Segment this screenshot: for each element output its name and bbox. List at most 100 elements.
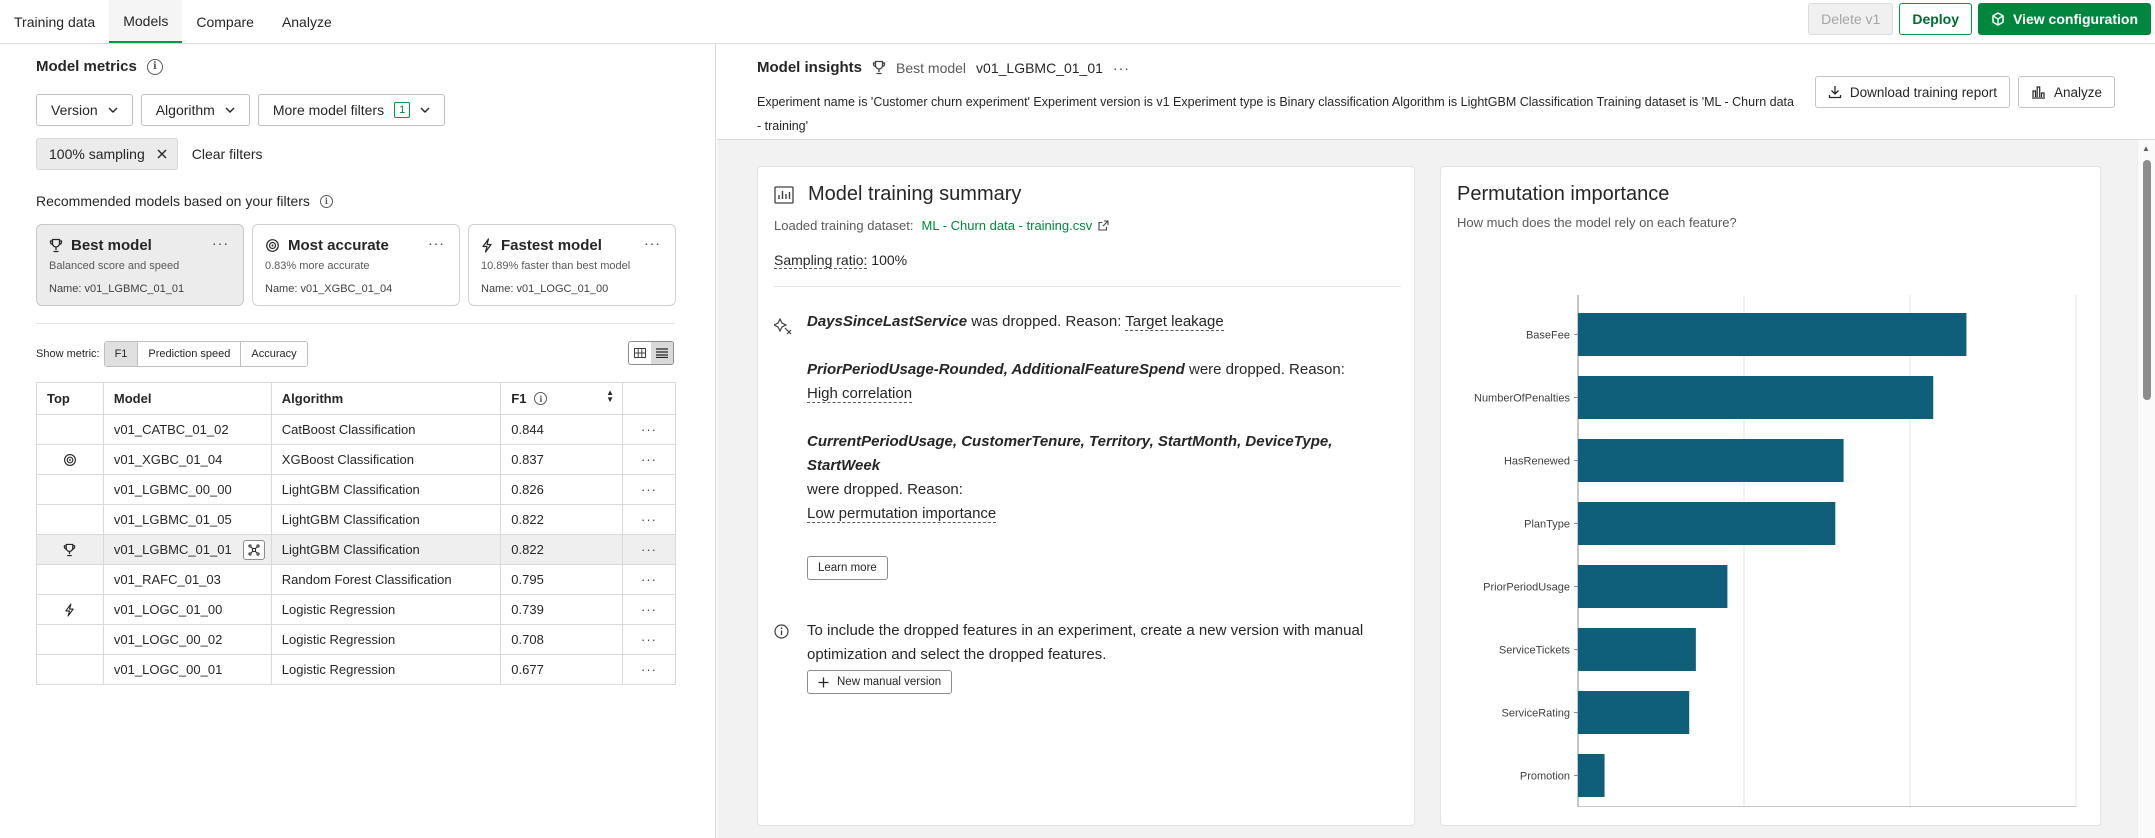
f1-cell: 0.826 [500, 474, 624, 505]
deploy-button[interactable]: Deploy [1899, 3, 1973, 35]
row-menu-icon[interactable]: ··· [622, 564, 676, 595]
column-header-model[interactable]: Model [102, 382, 272, 415]
table-row[interactable]: v01_LGBMC_01_05 LightGBM Classification … [36, 504, 676, 535]
table-row[interactable]: v01_LOGC_01_00 Logistic Regression 0.739… [36, 594, 676, 625]
fastest-model-card[interactable]: Fastest model ··· 10.89% faster than bes… [468, 224, 676, 306]
column-header-f1[interactable]: F1 i ▲ ▼ [500, 382, 624, 415]
table-row[interactable]: v01_CATBC_01_02 CatBoost Classification … [36, 414, 676, 445]
f1-cell: 0.739 [500, 594, 624, 625]
info-icon[interactable]: i [319, 194, 333, 208]
dropped-features: PriorPeriodUsage-Rounded, AdditionalFeat… [807, 361, 1185, 378]
column-header-algorithm[interactable]: Algorithm [270, 382, 502, 415]
best-model-label: Best model [896, 59, 967, 76]
y-tick-label: ServiceTickets [1499, 645, 1571, 657]
dataset-link[interactable]: ML - Churn data - training.csv [922, 218, 1110, 233]
new-manual-version-button[interactable]: New manual version [807, 670, 953, 694]
grid-view-button[interactable] [629, 342, 651, 364]
row-menu-icon[interactable]: ··· [622, 474, 676, 505]
f1-cell: 0.677 [500, 654, 624, 685]
more-options-icon[interactable]: ··· [428, 235, 445, 251]
table-row[interactable]: v01_LGBMC_00_00 LightGBM Classification … [36, 474, 676, 505]
scrollbar[interactable]: ▲ [2137, 140, 2155, 838]
metric-option-prediction-speed[interactable]: Prediction speed [138, 342, 242, 366]
table-row[interactable]: v01_RAFC_01_03 Random Forest Classificat… [36, 564, 676, 595]
y-tick-label: PriorPeriodUsage [1483, 582, 1570, 594]
model-insights-panel: Model insights Best model v01_LGBMC_01_0… [717, 44, 2155, 838]
row-menu-icon[interactable]: ··· [622, 594, 676, 625]
y-tick-label: Promotion [1520, 771, 1570, 783]
more-options-icon[interactable]: ··· [644, 235, 661, 251]
clear-filters-link[interactable]: Clear filters [192, 146, 263, 162]
dropped-features-note: To include the dropped features in an ex… [807, 622, 1364, 663]
column-header-top[interactable]: Top [36, 382, 104, 415]
insights-header: Model insights Best model v01_LGBMC_01_0… [757, 59, 1130, 76]
scrollbar-thumb[interactable] [2143, 160, 2151, 400]
table-row-selected[interactable]: v01_LGBMC_01_01 LightGBM Classification … [36, 534, 676, 565]
card-model-name: Name: v01_LOGC_01_00 [481, 283, 609, 295]
version-filter-dropdown[interactable]: Version [36, 94, 133, 126]
card-header: Most accurate [265, 237, 389, 254]
insights-model-name: v01_LGBMC_01_01 [976, 59, 1103, 76]
sampling-ratio-label[interactable]: Sampling ratio: [774, 252, 868, 269]
drop-reason[interactable]: Low permutation importance [807, 505, 997, 523]
target-icon [266, 239, 279, 252]
delete-version-button[interactable]: Delete v1 [1808, 3, 1894, 35]
list-view-icon [656, 348, 668, 358]
close-icon[interactable] [157, 149, 167, 159]
drop-reason[interactable]: Target leakage [1125, 313, 1224, 331]
table-row[interactable]: v01_LOGC_00_01 Logistic Regression 0.677… [36, 654, 676, 685]
more-filters-dropdown[interactable]: More model filters 1 [257, 94, 446, 126]
card-header: Best model [49, 237, 152, 254]
recommended-models-label: Recommended models based on your filters [36, 193, 310, 209]
top-cell [36, 564, 104, 595]
active-filters: 100% sampling Clear filters [36, 138, 263, 170]
row-menu-icon[interactable]: ··· [622, 624, 676, 655]
show-metric-label: Show metric: [36, 348, 100, 360]
model-details-button[interactable] [242, 540, 265, 560]
view-toggle [628, 341, 674, 365]
analyze-button[interactable]: Analyze [2017, 76, 2115, 108]
drop-reason[interactable]: High correlation [807, 385, 913, 403]
dataset-name: ML - Churn data - training.csv [921, 218, 1093, 233]
table-row[interactable]: v01_LOGC_00_02 Logistic Regression 0.708… [36, 624, 676, 655]
learn-more-button[interactable]: Learn more [807, 556, 888, 580]
tab-analyze[interactable]: Analyze [268, 0, 346, 43]
external-link-icon [1098, 220, 1109, 231]
chevron-down-icon [108, 107, 118, 113]
algorithm-cell: Random Forest Classification [270, 564, 502, 595]
info-icon[interactable]: i [534, 392, 548, 405]
list-view-button[interactable] [651, 342, 673, 364]
tab-models[interactable]: Models [109, 0, 183, 43]
new-manual-version-label: New manual version [837, 676, 942, 688]
scroll-up-arrow-icon[interactable]: ▲ [2142, 144, 2150, 153]
configuration-icon [1992, 12, 2004, 26]
more-options-icon[interactable]: ··· [1113, 60, 1130, 76]
row-menu-icon[interactable]: ··· [622, 444, 676, 475]
bar [1578, 313, 1967, 356]
summary-title: Model training summary [808, 183, 1022, 205]
view-configuration-button[interactable]: View configuration [1978, 3, 2151, 35]
algorithm-cell: CatBoost Classification [270, 414, 502, 445]
trophy-icon [872, 60, 886, 75]
download-training-report-button[interactable]: Download training report [1814, 76, 2010, 108]
metric-option-accuracy[interactable]: Accuracy [241, 342, 307, 366]
tab-compare[interactable]: Compare [182, 0, 268, 43]
most-accurate-card[interactable]: Most accurate ··· 0.83% more accurate Na… [252, 224, 460, 306]
permutation-importance-card: Permutation importance How much does the… [1440, 166, 2101, 826]
model-metrics-panel: Model metrics i Version Algorithm More m… [0, 44, 716, 838]
algorithm-filter-dropdown[interactable]: Algorithm [140, 94, 250, 126]
tab-training-data[interactable]: Training data [0, 0, 109, 43]
best-model-card[interactable]: Best model ··· Balanced score and speed … [36, 224, 244, 306]
row-menu-icon[interactable]: ··· [622, 534, 676, 565]
row-menu-icon[interactable]: ··· [622, 504, 676, 535]
row-menu-icon[interactable]: ··· [622, 414, 676, 445]
table-row[interactable]: v01_XGBC_01_04 XGBoost Classification 0.… [36, 444, 676, 475]
sort-icon[interactable]: ▲ ▼ [606, 389, 614, 404]
f1-cell: 0.837 [500, 444, 624, 475]
more-options-icon[interactable]: ··· [212, 235, 229, 251]
metric-option-f1[interactable]: F1 [104, 342, 139, 366]
row-menu-icon[interactable]: ··· [622, 654, 676, 685]
more-filters-label: More model filters [272, 102, 385, 118]
info-icon[interactable]: i [146, 58, 163, 75]
insights-actions: Download training report Analyze [1814, 76, 2115, 108]
